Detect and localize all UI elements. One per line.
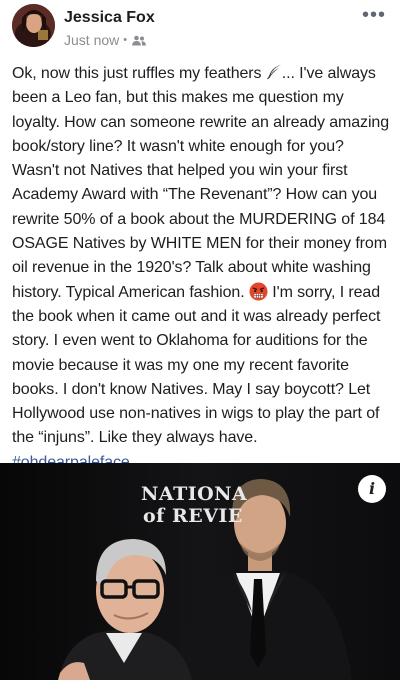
info-button[interactable]: i <box>358 475 386 503</box>
avatar[interactable] <box>12 4 55 47</box>
post-text-part-2: ... I've always been a Leo fan, but this… <box>12 65 390 301</box>
post-text-part-1: Ok, now this just ruffles my feathers <box>12 65 266 82</box>
post-body: Ok, now this just ruffles my feathers ..… <box>12 62 394 475</box>
post-header: Jessica Fox Just now • ••• <box>0 0 400 60</box>
friends-icon <box>132 35 147 46</box>
post-text-part-3: I'm sorry, I read the book when it came … <box>12 283 381 447</box>
author-name[interactable]: Jessica Fox <box>64 9 155 27</box>
timestamp[interactable]: Just now <box>64 32 119 48</box>
post-photo[interactable]: NATIONA of REVIE i <box>0 463 400 680</box>
feather-emoji-icon <box>266 64 282 80</box>
angry-face-emoji-icon <box>249 282 268 301</box>
backdrop-text-line-1: NATIONA <box>141 483 248 505</box>
separator-dot: • <box>123 34 128 46</box>
more-options-button[interactable]: ••• <box>362 4 386 27</box>
post-meta: Just now • <box>64 32 147 48</box>
backdrop-text-line-2: of REVIE <box>143 505 243 527</box>
post-paragraph: Ok, now this just ruffles my feathers ..… <box>12 62 394 475</box>
